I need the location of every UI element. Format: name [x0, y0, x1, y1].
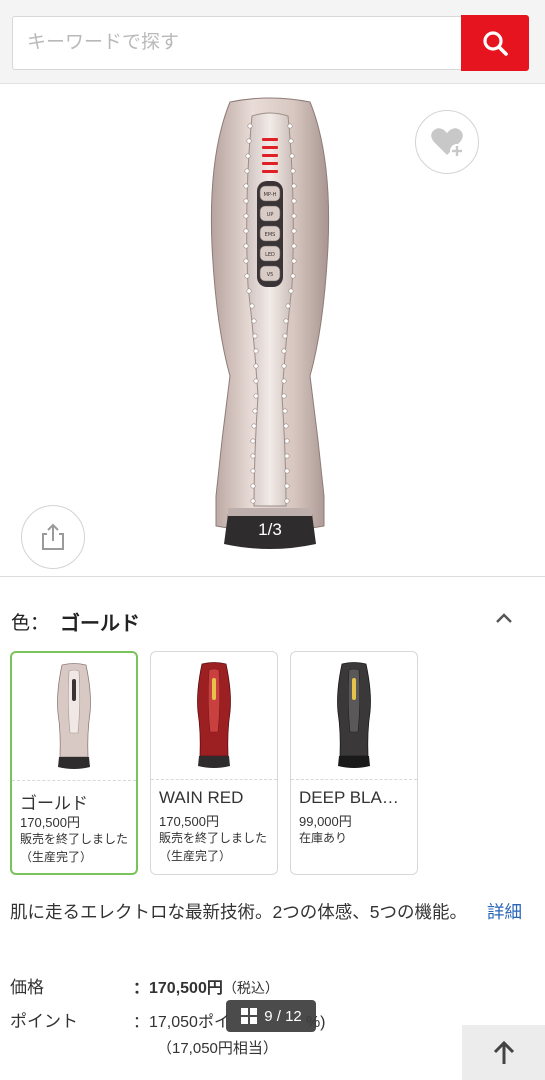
grid-icon — [241, 1008, 258, 1024]
product-image-carousel[interactable]: MP-H UP EMS LED V5 1/3 — [0, 84, 545, 577]
option-name: WAIN RED — [159, 788, 244, 807]
back-to-top-button[interactable] — [462, 1025, 545, 1080]
device-button-label: LED — [265, 252, 275, 258]
device-button-label: EMS — [265, 232, 276, 238]
search-button[interactable] — [461, 15, 529, 71]
share-icon — [42, 523, 64, 550]
price-value: ：170,500円（税込） — [133, 974, 279, 998]
option-price: 99,000円 — [299, 814, 352, 829]
option-status: 在庫あり — [299, 831, 348, 845]
device-button-label: MP-H — [264, 192, 277, 198]
selected-color: ゴールド — [60, 613, 140, 635]
search-header: キーワードで探す — [0, 0, 545, 84]
swatch-thumbnail — [151, 652, 277, 780]
product-thumbnail — [197, 662, 231, 768]
swatch-thumbnail — [291, 652, 417, 780]
arrow-up-icon — [493, 1040, 514, 1064]
color-option-deep-black[interactable]: DEEP BLA… 99,000円 在庫あり — [290, 651, 418, 875]
page-indicator-badge[interactable]: 9 / 12 — [226, 1000, 316, 1032]
option-status: 販売を終了しました（生産完了） — [20, 832, 129, 864]
points-label: ポイント — [10, 1012, 78, 1031]
option-name: ゴールド — [20, 794, 88, 813]
color-option-gold[interactable]: ゴールド 170,500円 販売を終了しました（生産完了） — [10, 651, 138, 875]
search-icon — [483, 31, 508, 56]
product-description: 肌に走るエレクトロな最新技術。2つの体感、5つの機能。 詳細 — [10, 898, 530, 927]
points-equivalent: （17,050円相当） — [157, 1040, 278, 1057]
price-label: 価格 — [10, 978, 44, 997]
color-label: 色： — [11, 613, 50, 634]
device-button-label: V5 — [267, 272, 274, 278]
product-thumbnail — [337, 662, 371, 768]
option-status: 販売を終了しました（生産完了） — [159, 831, 268, 863]
product-thumbnail — [57, 663, 91, 769]
option-price: 170,500円 — [159, 814, 219, 829]
price-amount: ：170,500円 — [133, 980, 223, 997]
search-input[interactable]: キーワードで探す — [12, 16, 462, 70]
image-counter: 1/3 — [258, 520, 282, 539]
option-price: 170,500円 — [20, 815, 80, 830]
points-amount: ：17,050ポイ — [133, 1014, 230, 1031]
color-option-wain-red[interactable]: WAIN RED 170,500円 販売を終了しました（生産完了） — [150, 651, 278, 875]
description-text: 肌に走るエレクトロな最新技術。2つの体感、5つの機能。 — [10, 902, 467, 922]
option-name: DEEP BLA… — [299, 788, 399, 807]
device-button-label: UP — [267, 212, 274, 218]
chevron-up-icon[interactable] — [492, 607, 516, 631]
add-favorite-button[interactable] — [415, 110, 479, 174]
details-link[interactable]: 詳細 — [487, 902, 522, 922]
swatch-thumbnail — [12, 653, 136, 781]
share-button[interactable] — [21, 505, 85, 569]
color-selector-header[interactable]: 色： ゴールド — [0, 590, 545, 646]
tax-note: （税込） — [222, 980, 279, 996]
product-image: MP-H UP EMS LED V5 — [210, 97, 330, 549]
heart-plus-icon — [431, 128, 464, 158]
page-indicator-text: 9 / 12 — [264, 1007, 302, 1025]
